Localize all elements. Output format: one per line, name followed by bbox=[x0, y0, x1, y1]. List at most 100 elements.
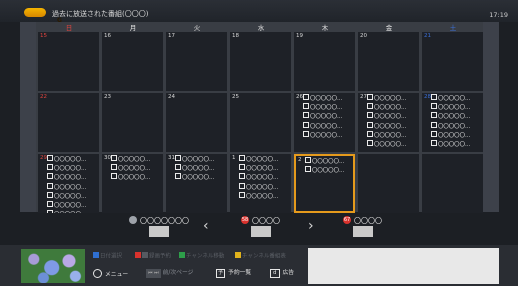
ad-button[interactable]: d 広告 bbox=[270, 269, 294, 278]
day-number: 17 bbox=[168, 33, 175, 39]
program-icon bbox=[111, 173, 117, 180]
program-item[interactable]: 〇〇〇〇〇… bbox=[239, 191, 278, 201]
menu-button[interactable]: メニュー bbox=[93, 269, 128, 280]
calendar-day-cell[interactable]: 28 〇〇〇〇〇… 〇〇〇〇〇… 〇〇〇〇〇… 〇〇〇〇〇… 〇〇〇〇〇… 〇〇〇〇〇… bbox=[422, 93, 483, 152]
calendar-grid: 日月火水木金土 15 16 17 18 19 20 21 22 23 24 25 26 〇〇〇〇〇… 〇〇〇… bbox=[20, 22, 499, 213]
calendar-day-cell[interactable]: 19 bbox=[294, 32, 355, 91]
program-title: 〇〇〇〇〇… bbox=[312, 168, 345, 175]
channel-guide-button[interactable]: チャンネル番組表 bbox=[235, 252, 286, 260]
program-list: 〇〇〇〇〇…〇〇〇〇〇…〇〇〇〇〇…〇〇〇〇〇…〇〇〇〇〇…〇〇〇〇〇…〇〇〇〇… bbox=[47, 155, 86, 213]
calendar-day-cell[interactable] bbox=[422, 154, 483, 213]
program-item[interactable]: 〇〇〇〇〇… bbox=[367, 103, 406, 112]
program-item[interactable]: 〇〇〇〇〇… bbox=[47, 201, 86, 210]
prev-arrow-icon[interactable]: ‹ bbox=[203, 218, 209, 234]
channel-label-left[interactable]: 〇〇〇〇〇〇〇 bbox=[140, 216, 189, 226]
calendar-day-cell[interactable]: 16 bbox=[102, 32, 163, 91]
record-reserve-button[interactable]: 録画予約 bbox=[135, 252, 171, 260]
program-title: 〇〇〇〇〇… bbox=[118, 175, 151, 182]
program-title: 〇〇〇〇〇… bbox=[118, 157, 151, 163]
program-icon bbox=[47, 155, 53, 161]
program-item[interactable]: 〇〇〇〇〇… bbox=[367, 140, 406, 149]
day-number: 29 bbox=[40, 155, 47, 161]
day-number: 25 bbox=[232, 94, 239, 100]
calendar-day-cell[interactable]: 27 〇〇〇〇〇… 〇〇〇〇〇… 〇〇〇〇〇… 〇〇〇〇〇… 〇〇〇〇〇… 〇〇〇〇〇… bbox=[358, 93, 419, 152]
channel-box-right[interactable] bbox=[353, 226, 373, 237]
program-title: 〇〇〇〇〇… bbox=[310, 123, 343, 130]
program-item[interactable]: 〇〇〇〇〇… bbox=[303, 130, 342, 140]
program-icon bbox=[175, 173, 181, 180]
channel-move-button[interactable]: チャンネル移動 bbox=[179, 252, 224, 260]
program-item[interactable]: 〇〇〇〇〇… bbox=[111, 164, 150, 173]
calendar-day-cell[interactable]: 25 bbox=[230, 93, 291, 152]
next-arrow-icon[interactable]: › bbox=[308, 218, 314, 234]
page-nav-button[interactable]: ⏮ ⏭ 前/次ページ bbox=[146, 269, 193, 278]
program-item[interactable]: 〇〇〇〇〇… bbox=[111, 173, 150, 182]
program-item[interactable]: 〇〇〇〇〇… bbox=[367, 121, 406, 131]
program-item[interactable]: 〇〇〇〇〇… bbox=[175, 155, 214, 164]
program-item[interactable]: 〇〇〇〇〇… bbox=[239, 164, 278, 173]
program-item[interactable]: 〇〇〇〇〇… bbox=[47, 155, 86, 164]
program-item[interactable]: 〇〇〇〇〇… bbox=[431, 140, 470, 149]
program-title: 〇〇〇〇〇… bbox=[182, 166, 215, 173]
program-item[interactable]: 〇〇〇〇〇… bbox=[175, 173, 214, 182]
calendar-day-cell[interactable]: 1 〇〇〇〇〇… 〇〇〇〇〇… 〇〇〇〇〇… 〇〇〇〇〇… 〇〇〇〇〇… bbox=[230, 154, 291, 213]
calendar-day-cell[interactable]: 18 bbox=[230, 32, 291, 91]
program-item[interactable]: 〇〇〇〇〇… bbox=[367, 94, 406, 103]
blue-button-icon bbox=[93, 252, 99, 258]
program-title: 〇〇〇〇〇… bbox=[374, 132, 407, 139]
channel-box-center[interactable] bbox=[251, 226, 271, 237]
program-item[interactable]: 〇〇〇〇〇… bbox=[431, 112, 470, 121]
program-item[interactable]: 〇〇〇〇〇… bbox=[303, 112, 342, 121]
program-item[interactable]: 〇〇〇〇〇… bbox=[239, 155, 278, 164]
program-item[interactable]: 〇〇〇〇〇… bbox=[431, 94, 470, 103]
program-item[interactable]: 〇〇〇〇〇… bbox=[431, 103, 470, 112]
program-icon bbox=[367, 140, 373, 147]
calendar-day-cell[interactable]: 26 〇〇〇〇〇… 〇〇〇〇〇… 〇〇〇〇〇… 〇〇〇〇〇… 〇〇〇〇〇… bbox=[294, 93, 355, 152]
channel-label-right[interactable]: 〇〇〇〇 bbox=[354, 216, 382, 226]
program-item[interactable]: 〇〇〇〇〇… bbox=[305, 157, 344, 166]
calendar-day-cell[interactable]: 29〇〇〇〇〇…〇〇〇〇〇…〇〇〇〇〇…〇〇〇〇〇…〇〇〇〇〇…〇〇〇〇〇…〇〇… bbox=[38, 154, 99, 213]
program-item[interactable]: 〇〇〇〇〇… bbox=[47, 173, 86, 182]
calendar-day-cell[interactable]: 20 bbox=[358, 32, 419, 91]
program-item[interactable]: 〇〇〇〇〇… bbox=[305, 166, 344, 175]
program-item[interactable]: 〇〇〇〇〇… bbox=[303, 121, 343, 131]
program-icon bbox=[431, 103, 437, 110]
program-item[interactable]: 〇〇〇〇〇… bbox=[431, 130, 470, 140]
program-icon bbox=[367, 130, 373, 137]
calendar-day-cell[interactable]: 24 bbox=[166, 93, 227, 152]
calendar-day-cell[interactable]: 30 〇〇〇〇〇… 〇〇〇〇〇… 〇〇〇〇〇… bbox=[102, 154, 163, 213]
program-item[interactable]: 〇〇〇〇〇… bbox=[47, 182, 86, 192]
calendar-day-cell[interactable]: 22 bbox=[38, 93, 99, 152]
program-title: 〇〇〇〇〇… bbox=[312, 159, 345, 165]
day-number: 18 bbox=[232, 33, 239, 39]
program-item[interactable]: 〇〇〇〇〇… bbox=[431, 121, 470, 131]
program-title: 〇〇〇〇〇… bbox=[246, 175, 279, 182]
program-title: 〇〇〇〇〇… bbox=[246, 157, 279, 163]
calendar-day-cell[interactable] bbox=[358, 154, 419, 213]
program-item[interactable]: 〇〇〇〇〇… bbox=[175, 164, 214, 173]
calendar-day-cell[interactable]: 17 bbox=[166, 32, 227, 91]
program-item[interactable]: 〇〇〇〇〇… bbox=[239, 182, 278, 192]
program-list: 〇〇〇〇〇… 〇〇〇〇〇… bbox=[305, 157, 344, 175]
channel-label-center[interactable]: 〇〇〇〇 bbox=[252, 216, 280, 226]
calendar-day-cell[interactable]: 23 bbox=[102, 93, 163, 152]
day-number: 26 bbox=[296, 94, 303, 100]
calendar-day-cell[interactable]: 15 bbox=[38, 32, 99, 91]
calendar-day-cell[interactable]: 31 〇〇〇〇〇… 〇〇〇〇〇… 〇〇〇〇〇… bbox=[166, 154, 227, 213]
program-title: 〇〇〇〇〇… bbox=[438, 105, 471, 112]
program-item[interactable]: 〇〇〇〇〇… bbox=[303, 103, 342, 112]
program-item[interactable]: 〇〇〇〇〇… bbox=[239, 173, 278, 182]
program-item[interactable]: 〇〇〇〇〇… bbox=[367, 130, 407, 140]
program-item[interactable]: 〇〇〇〇〇… bbox=[47, 164, 86, 173]
calendar-day-cell[interactable]: 21 bbox=[422, 32, 483, 91]
program-title: 〇〇〇〇〇… bbox=[310, 105, 343, 112]
channel-box-left[interactable] bbox=[149, 226, 169, 237]
date-select-button[interactable]: 日付選択 bbox=[93, 252, 122, 260]
program-item[interactable]: 〇〇〇〇〇… bbox=[47, 191, 86, 201]
red-button-icon bbox=[135, 252, 141, 258]
program-item[interactable]: 〇〇〇〇〇… bbox=[111, 155, 150, 164]
reservation-list-button[interactable]: 予予約一覧 bbox=[216, 269, 251, 278]
calendar-day-cell-selected[interactable]: 2 〇〇〇〇〇… 〇〇〇〇〇… bbox=[294, 154, 355, 213]
program-item[interactable]: 〇〇〇〇〇… bbox=[303, 94, 342, 103]
program-item[interactable]: 〇〇〇〇〇… bbox=[367, 112, 406, 121]
